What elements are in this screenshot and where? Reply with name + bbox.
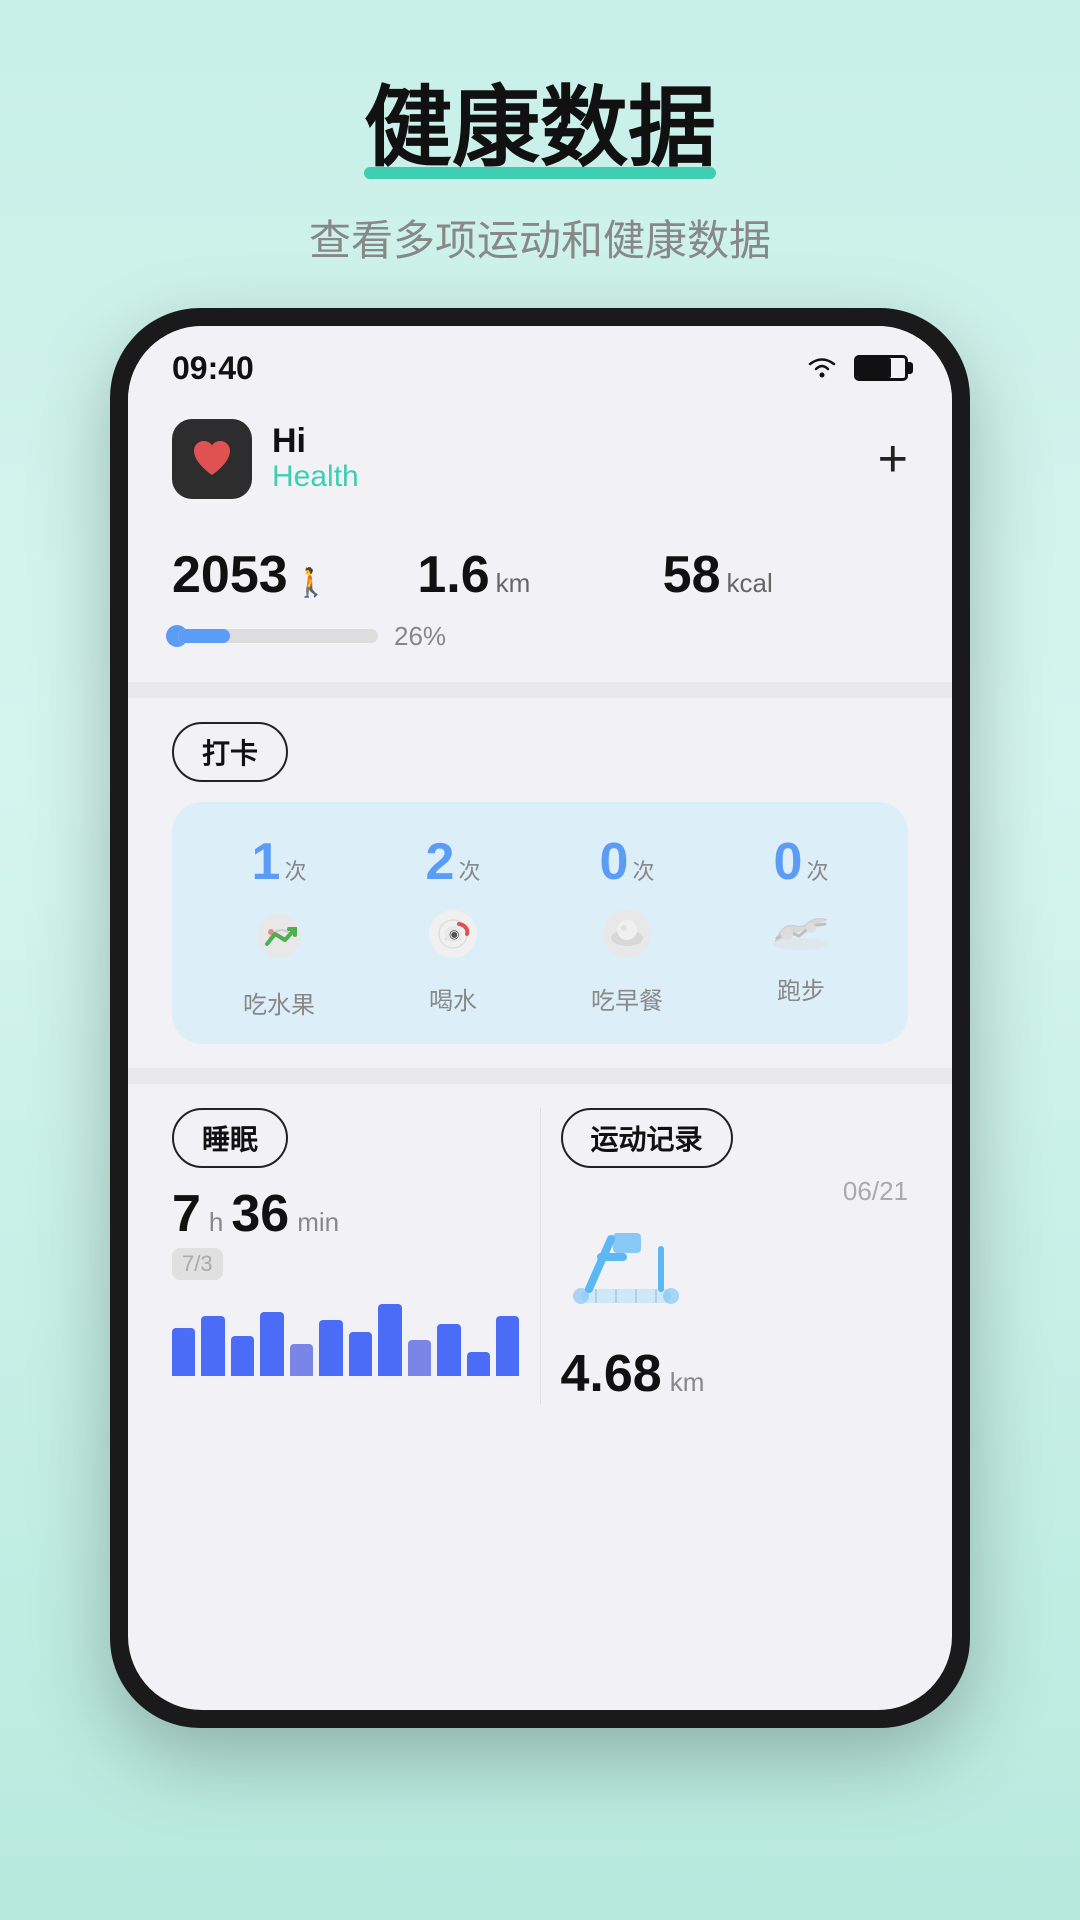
bar-11 bbox=[467, 1352, 490, 1376]
bar-9 bbox=[408, 1340, 431, 1376]
calories-unit: kcal bbox=[727, 568, 773, 599]
punchin-card: 1 次 吃水果 bbox=[172, 802, 908, 1044]
progress-container bbox=[172, 625, 378, 647]
bar-6 bbox=[319, 1320, 342, 1376]
stats-area: 2053 🚶 1.6 km 58 kcal bbox=[128, 515, 952, 682]
punchin-item-water[interactable]: 2 次 ◉ 喝水 bbox=[366, 832, 540, 1020]
sleep-minutes: 36 bbox=[231, 1184, 289, 1244]
exercise-section: 运动记录 06/21 bbox=[540, 1108, 909, 1404]
sleep-values: 7 h 36 min bbox=[172, 1184, 520, 1244]
status-time: 09:40 bbox=[172, 350, 254, 387]
punchin-item-run[interactable]: 0 次 跑步 bbox=[714, 832, 888, 1020]
sleep-h-unit: h bbox=[209, 1207, 223, 1238]
progress-row: 26% bbox=[172, 621, 908, 672]
punchin-tag: 打卡 bbox=[172, 722, 288, 782]
fruit-icon bbox=[249, 904, 309, 973]
run-unit: 次 bbox=[806, 854, 828, 886]
app-icon bbox=[172, 419, 252, 499]
run-distance-value: 4.68 bbox=[561, 1344, 662, 1404]
bar-7 bbox=[349, 1332, 372, 1376]
bar-10 bbox=[437, 1324, 460, 1376]
page-title: 健康数据 bbox=[364, 80, 716, 177]
add-button[interactable]: + bbox=[878, 433, 908, 485]
status-bar: 09:40 bbox=[128, 326, 952, 399]
sleep-label: 睡眠 bbox=[202, 1118, 258, 1158]
bottom-sections: 睡眠 7 h 36 min 7/3 bbox=[128, 1084, 952, 1404]
fruit-count-row: 1 次 bbox=[252, 832, 307, 892]
bar-3 bbox=[231, 1336, 254, 1376]
water-count: 2 bbox=[426, 832, 455, 892]
stats-row: 2053 🚶 1.6 km 58 kcal bbox=[172, 545, 908, 605]
exercise-tag: 运动记录 bbox=[561, 1108, 733, 1168]
phone-screen: 09:40 bbox=[128, 326, 952, 1710]
breakfast-count: 0 bbox=[600, 832, 629, 892]
breakfast-icon bbox=[597, 904, 657, 969]
breakfast-unit: 次 bbox=[632, 854, 654, 886]
run-distance-unit: km bbox=[670, 1367, 705, 1398]
wifi-icon bbox=[804, 352, 840, 385]
page-subtitle: 查看多项运动和健康数据 bbox=[309, 207, 771, 268]
breakfast-count-row: 0 次 bbox=[600, 832, 655, 892]
sleep-hours: 7 bbox=[172, 1184, 201, 1244]
distance-unit: km bbox=[496, 568, 531, 599]
progress-bar-fill bbox=[178, 629, 230, 643]
app-greeting: Hi bbox=[272, 423, 359, 460]
page-header: 健康数据 查看多项运动和健康数据 bbox=[309, 0, 771, 268]
app-header: Hi Health + bbox=[128, 399, 952, 515]
water-label: 喝水 bbox=[429, 981, 477, 1016]
water-unit: 次 bbox=[458, 854, 480, 886]
bar-1 bbox=[172, 1328, 195, 1376]
section-divider-2 bbox=[128, 1068, 952, 1084]
bar-8 bbox=[378, 1304, 401, 1376]
fruit-unit: 次 bbox=[284, 854, 306, 886]
distance-stat: 1.6 km bbox=[417, 545, 662, 605]
steps-value: 2053 bbox=[172, 545, 288, 605]
status-icons bbox=[804, 352, 908, 385]
heart-icon bbox=[188, 435, 236, 483]
exercise-date: 06/21 bbox=[843, 1176, 908, 1207]
run-icon bbox=[767, 904, 835, 959]
sleep-bars bbox=[172, 1296, 520, 1376]
sleep-tag: 睡眠 bbox=[172, 1108, 288, 1168]
progress-percent: 26% bbox=[394, 621, 446, 652]
bar-4 bbox=[260, 1312, 283, 1376]
calories-stat: 58 kcal bbox=[663, 545, 908, 605]
battery-icon bbox=[854, 355, 908, 381]
section-divider-1 bbox=[128, 682, 952, 698]
app-logo-area: Hi Health bbox=[172, 419, 359, 499]
sleep-section: 睡眠 7 h 36 min 7/3 bbox=[172, 1108, 540, 1404]
app-name: Health bbox=[272, 460, 359, 494]
run-count: 0 bbox=[774, 832, 803, 892]
sleep-min-unit: min bbox=[297, 1207, 339, 1238]
run-label: 跑步 bbox=[777, 971, 825, 1006]
bar-5 bbox=[290, 1344, 313, 1376]
fruit-label: 吃水果 bbox=[243, 985, 315, 1020]
phone-frame: 09:40 bbox=[110, 308, 970, 1728]
bar-2 bbox=[201, 1316, 224, 1376]
bar-12 bbox=[496, 1316, 519, 1376]
treadmill-icon bbox=[561, 1219, 909, 1334]
punchin-label: 打卡 bbox=[202, 732, 258, 772]
fruit-count: 1 bbox=[252, 832, 281, 892]
punchin-section: 打卡 1 次 bbox=[128, 698, 952, 1068]
sleep-target-badge: 7/3 bbox=[172, 1248, 223, 1280]
distance-value: 1.6 bbox=[417, 545, 489, 605]
water-count-row: 2 次 bbox=[426, 832, 481, 892]
walk-icon: 🚶 bbox=[294, 566, 329, 599]
punchin-item-breakfast[interactable]: 0 次 吃早餐 bbox=[540, 832, 714, 1020]
run-distance-row: 4.68 km bbox=[561, 1344, 909, 1404]
battery-fill bbox=[857, 358, 891, 378]
svg-text:◉: ◉ bbox=[449, 927, 459, 941]
run-count-row: 0 次 bbox=[774, 832, 829, 892]
app-name-area: Hi Health bbox=[272, 423, 359, 494]
exercise-label: 运动记录 bbox=[591, 1118, 703, 1158]
progress-bar-bg bbox=[178, 629, 378, 643]
steps-stat: 2053 🚶 bbox=[172, 545, 417, 605]
water-icon: ◉ bbox=[423, 904, 483, 969]
punchin-item-fruit[interactable]: 1 次 吃水果 bbox=[192, 832, 366, 1020]
calories-value: 58 bbox=[663, 545, 721, 605]
breakfast-label: 吃早餐 bbox=[591, 981, 663, 1016]
